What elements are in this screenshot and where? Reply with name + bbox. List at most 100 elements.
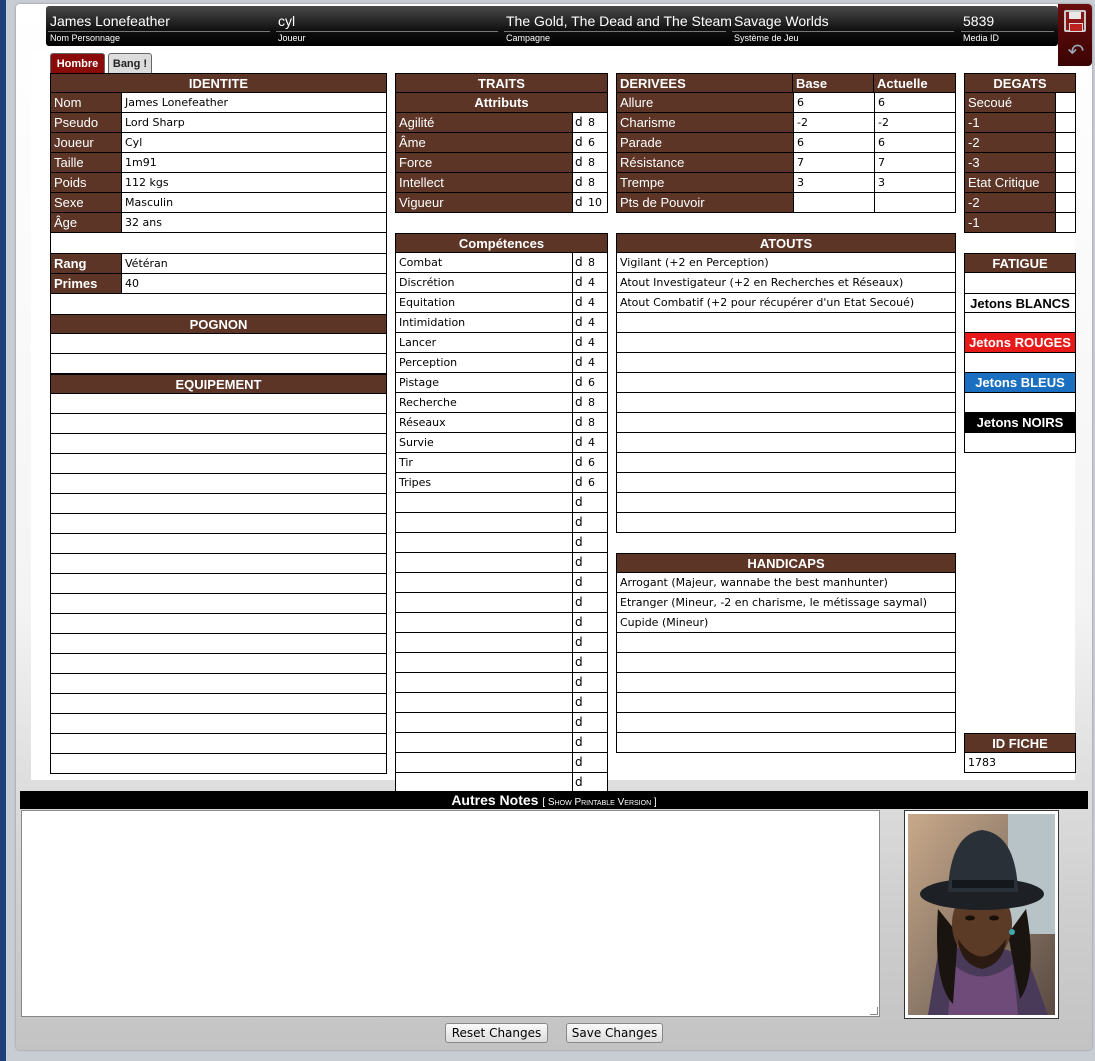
competence-die[interactable]: d4 [572,433,607,452]
competence-label[interactable] [396,713,572,732]
equipement-row[interactable] [50,554,387,574]
handicap-row[interactable] [616,693,956,713]
die-value[interactable]: 4 [588,293,595,312]
atout-text[interactable] [617,393,620,412]
competence-label[interactable]: Réseaux [396,413,572,432]
competence-label[interactable] [396,733,572,752]
competence-die[interactable]: d8 [572,393,607,412]
atout-text[interactable] [617,373,620,392]
degat-checkbox[interactable] [1055,153,1075,172]
equipement-row[interactable] [50,454,387,474]
header-value[interactable]: Savage Worlds [734,13,829,29]
atout-row[interactable] [616,373,956,393]
printable-version-link[interactable]: [ Show Printable Version ] [542,797,656,808]
derivee-actuelle[interactable]: 6 [874,133,955,152]
competence-label[interactable]: Recherche [396,393,572,412]
competence-die[interactable]: d [572,733,607,752]
equipement-row[interactable] [50,434,387,454]
atout-row[interactable] [616,493,956,513]
header-value[interactable]: The Gold, The Dead and The Steam [506,13,732,29]
handicap-row[interactable]: Etranger (Mineur, -2 en charisme, le mét… [616,593,956,613]
competence-die[interactable]: d [572,593,607,612]
save-disk-icon[interactable] [1064,10,1086,32]
degat-checkbox[interactable] [1055,93,1075,112]
handicap-text[interactable]: Etranger (Mineur, -2 en charisme, le mét… [617,593,927,612]
atout-row[interactable]: Vigilant (+2 en Perception) [616,253,956,273]
derivee-actuelle[interactable] [874,193,955,212]
competence-label[interactable]: Equitation [396,293,572,312]
competence-label[interactable] [396,513,572,532]
handicap-text[interactable]: Arrogant (Majeur, wannabe the best manhu… [617,573,888,592]
atout-text[interactable] [617,473,620,492]
competence-label[interactable] [396,573,572,592]
identite-value[interactable]: Vétéran [121,254,386,273]
competence-die[interactable]: d [572,613,607,632]
die-value[interactable]: 8 [588,253,595,272]
equipement-row[interactable] [50,754,387,774]
competence-label[interactable]: Discrétion [396,273,572,292]
atout-text[interactable] [617,513,620,532]
competence-label[interactable] [396,753,572,772]
competence-label[interactable] [396,693,572,712]
jeton-count[interactable] [964,353,1076,373]
competence-label[interactable]: Pistage [396,373,572,392]
die-value[interactable]: 6 [588,473,595,492]
die-value[interactable]: 4 [588,273,595,292]
header-value[interactable]: James Lonefeather [50,13,170,29]
equipement-row[interactable] [50,414,387,434]
competence-die[interactable]: d4 [572,353,607,372]
atout-row[interactable]: Atout Combatif (+2 pour récupérer d'un E… [616,293,956,313]
competence-die[interactable]: d4 [572,273,607,292]
handicap-row[interactable]: Arrogant (Majeur, wannabe the best manhu… [616,573,956,593]
equipement-row[interactable] [50,594,387,614]
competence-label[interactable]: Perception [396,353,572,372]
handicap-text[interactable]: Cupide (Mineur) [617,613,708,632]
header-field-player[interactable]: cyl Joueur [274,6,502,46]
identite-value[interactable]: 1m91 [121,153,386,172]
handicap-row[interactable] [616,733,956,753]
equipement-row[interactable] [50,634,387,654]
atout-text[interactable]: Atout Investigateur (+2 en Recherches et… [617,273,903,292]
equipement-row[interactable] [50,694,387,714]
degat-checkbox[interactable] [1055,213,1075,232]
header-field-campaign[interactable]: The Gold, The Dead and The Steam Campagn… [502,6,732,46]
tab-bang[interactable]: Bang ! [108,53,152,73]
competence-die[interactable]: d [572,573,607,592]
save-changes-button[interactable]: Save Changes [566,1023,663,1043]
handicap-text[interactable] [617,673,620,692]
atout-text[interactable]: Atout Combatif (+2 pour récupérer d'un E… [617,293,914,312]
atout-row[interactable] [616,313,956,333]
die-value[interactable]: 8 [588,173,595,192]
competence-die[interactable]: d [572,773,607,792]
equipement-row[interactable] [50,654,387,674]
derivee-base[interactable]: 7 [793,153,874,172]
atout-row[interactable]: Atout Investigateur (+2 en Recherches et… [616,273,956,293]
identite-value[interactable]: James Lonefeather [121,93,386,112]
competence-label[interactable]: Combat [396,253,572,272]
undo-icon[interactable]: ↶ [1064,41,1088,61]
competence-die[interactable]: d [572,673,607,692]
degat-checkbox[interactable] [1055,193,1075,212]
competence-die[interactable]: d [572,753,607,772]
equipement-row[interactable] [50,394,387,414]
competence-die[interactable]: d [572,693,607,712]
competence-die[interactable]: d4 [572,333,607,352]
competence-die[interactable]: d8 [572,253,607,272]
competence-label[interactable] [396,593,572,612]
handicap-row[interactable] [616,633,956,653]
reset-changes-button[interactable]: Reset Changes [445,1023,548,1043]
equipement-row[interactable] [50,574,387,594]
derivee-actuelle[interactable]: 6 [874,93,955,112]
atout-text[interactable] [617,433,620,452]
trait-die[interactable]: d8 [572,113,607,132]
pognon-field[interactable] [50,354,387,374]
derivee-base[interactable]: 3 [793,173,874,192]
competence-label[interactable]: Survie [396,433,572,452]
atout-row[interactable] [616,333,956,353]
competence-label[interactable]: Lancer [396,333,572,352]
competence-die[interactable]: d6 [572,373,607,392]
equipement-row[interactable] [50,734,387,754]
die-value[interactable]: 6 [588,133,595,152]
handicap-row[interactable] [616,673,956,693]
competence-label[interactable] [396,553,572,572]
